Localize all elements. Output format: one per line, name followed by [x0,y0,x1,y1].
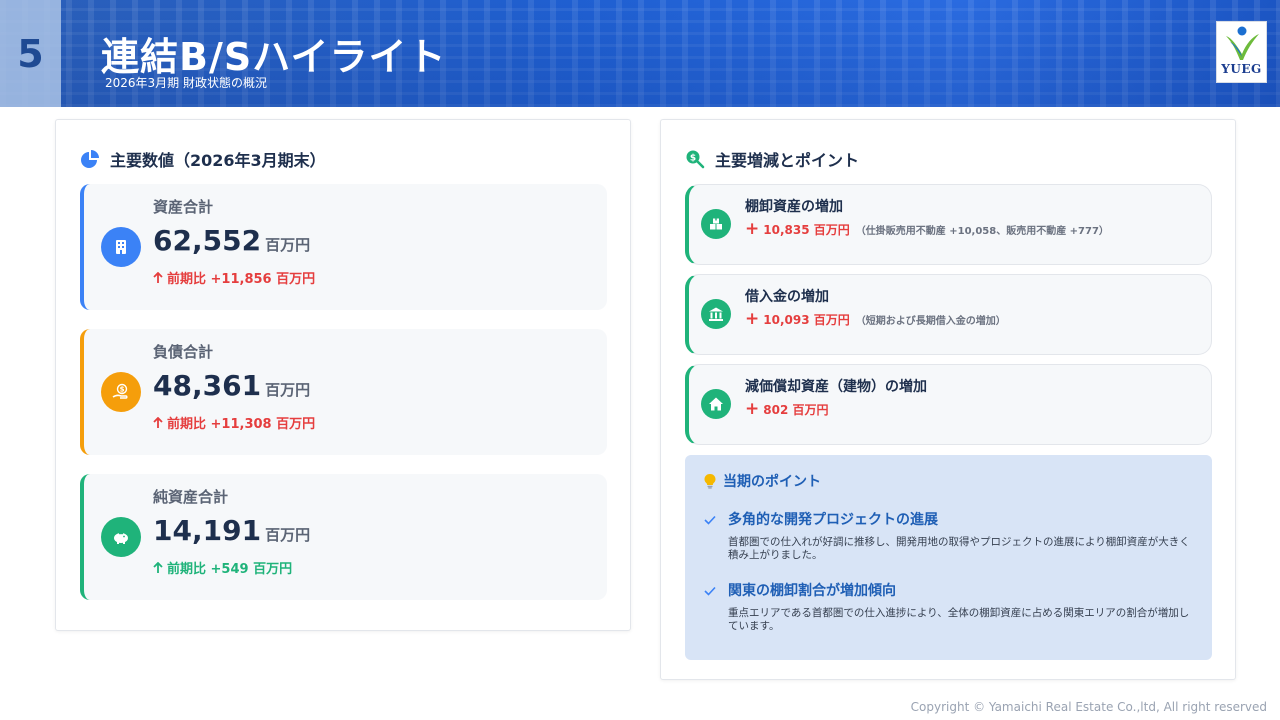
plus-icon: + [745,309,760,329]
logo-mark-icon [1225,26,1259,60]
copyright-text: Copyright © Yamaichi Real Estate Co.,ltd… [910,700,1267,714]
metric-change: 前期比 +11,308 百万円 [153,413,315,432]
key-point-description: 首都圏での仕入れが好調に推移し、開発用地の取得やプロジェクトの進展により棚卸資産… [728,536,1190,561]
check-icon [704,586,716,596]
key-point-title: 関東の棚卸割合が増加傾向 [728,583,896,599]
key-point-title: 多角的な開発プロジェクトの進展 [728,512,938,528]
metric-change: 前期比 +11,856 百万円 [153,268,315,287]
header-banner: 5 連結B/Sハイライト 2026年3月期 財政状態の概況 YUEG [0,0,1280,107]
change-amount: 802 百万円 [763,402,829,417]
key-changes-title: $ 主要増減とポイント [685,147,859,171]
slide-number: 5 [17,31,44,76]
metric-value: 14,191 百万円 [153,514,311,547]
search-dollar-icon: $ [686,150,705,169]
change-amount-line: + 10,093 百万円 （短期および長期借入金の増加） [745,309,1006,329]
change-item-inventory: 棚卸資産の増加 + 10,835 百万円 （仕掛販売用不動産 +10,058、販… [685,184,1212,265]
metric-card-net-assets: 純資産合計 14,191 百万円 前期比 +549 百万円 [80,474,607,600]
plus-icon: + [745,399,760,419]
change-title: 減価償却資産（建物）の増加 [745,379,927,395]
change-title: 棚卸資産の増加 [745,199,843,215]
building-icon [101,227,141,267]
change-amount-line: + 802 百万円 [745,399,828,419]
lightbulb-icon [704,474,716,489]
key-figures-panel: 主要数値（2026年3月期末） 資産合計 62,552 百万円 前期比 +11,8… [55,119,631,631]
change-note: （仕掛販売用不動産 +10,058、販売用不動産 +777） [855,225,1109,237]
page-subtitle: 2026年3月期 財政状態の概況 [105,76,267,90]
slide-number-box: 5 [0,0,61,107]
change-item-borrowings: 借入金の増加 + 10,093 百万円 （短期および長期借入金の増加） [685,274,1212,355]
arrow-up-icon [153,271,163,283]
svg-text:$: $ [120,386,125,394]
pie-chart-icon [81,150,99,168]
metric-label: 純資産合計 [153,488,229,506]
change-title: 借入金の増加 [745,289,829,305]
metric-value: 62,552 百万円 [153,224,311,257]
slide: 5 連結B/Sハイライト 2026年3月期 財政状態の概況 YUEG 主要数値（… [0,0,1280,720]
company-logo: YUEG [1216,21,1267,83]
key-point-description: 重点エリアである首都圏での仕入進捗により、全体の棚卸資産に占める関東エリアの割合… [728,607,1190,632]
bank-icon [701,299,731,329]
key-changes-panel: $ 主要増減とポイント 棚卸資産の増加 + 10,835 百万円 （仕掛販売用不… [660,119,1236,680]
house-icon [701,389,731,419]
metric-label: 資産合計 [153,198,214,216]
page-title: 連結B/Sハイライト [101,35,447,79]
metric-value: 48,361 百万円 [153,369,311,402]
change-note: （短期および長期借入金の増加） [855,315,1006,327]
boxes-icon [701,209,731,239]
metric-label: 負債合計 [153,343,214,361]
key-points-box: 当期のポイント 多角的な開発プロジェクトの進展 首都圏での仕入れが好調に推移し、… [685,455,1212,660]
key-figures-title: 主要数値（2026年3月期末） [80,147,326,171]
change-amount: 10,835 百万円 [763,222,850,237]
arrow-up-icon [153,561,163,573]
check-icon [704,515,716,525]
change-item-depreciable-assets: 減価償却資産（建物）の増加 + 802 百万円 [685,364,1212,445]
change-amount-line: + 10,835 百万円 （仕掛販売用不動産 +10,058、販売用不動産 +7… [745,219,1109,239]
change-amount: 10,093 百万円 [763,312,850,327]
svg-text:$: $ [690,154,696,164]
metric-card-total-liabilities: $ 負債合計 48,361 百万円 前期比 +11,308 百万円 [80,329,607,455]
piggy-bank-icon [101,517,141,557]
plus-icon: + [745,219,760,239]
arrow-up-icon [153,416,163,428]
metric-card-total-assets: 資産合計 62,552 百万円 前期比 +11,856 百万円 [80,184,607,310]
metric-change: 前期比 +549 百万円 [153,558,292,577]
key-points-heading: 当期のポイント [703,471,821,491]
logo-text: YUEG [1221,62,1262,76]
hand-coin-icon: $ [101,372,141,412]
